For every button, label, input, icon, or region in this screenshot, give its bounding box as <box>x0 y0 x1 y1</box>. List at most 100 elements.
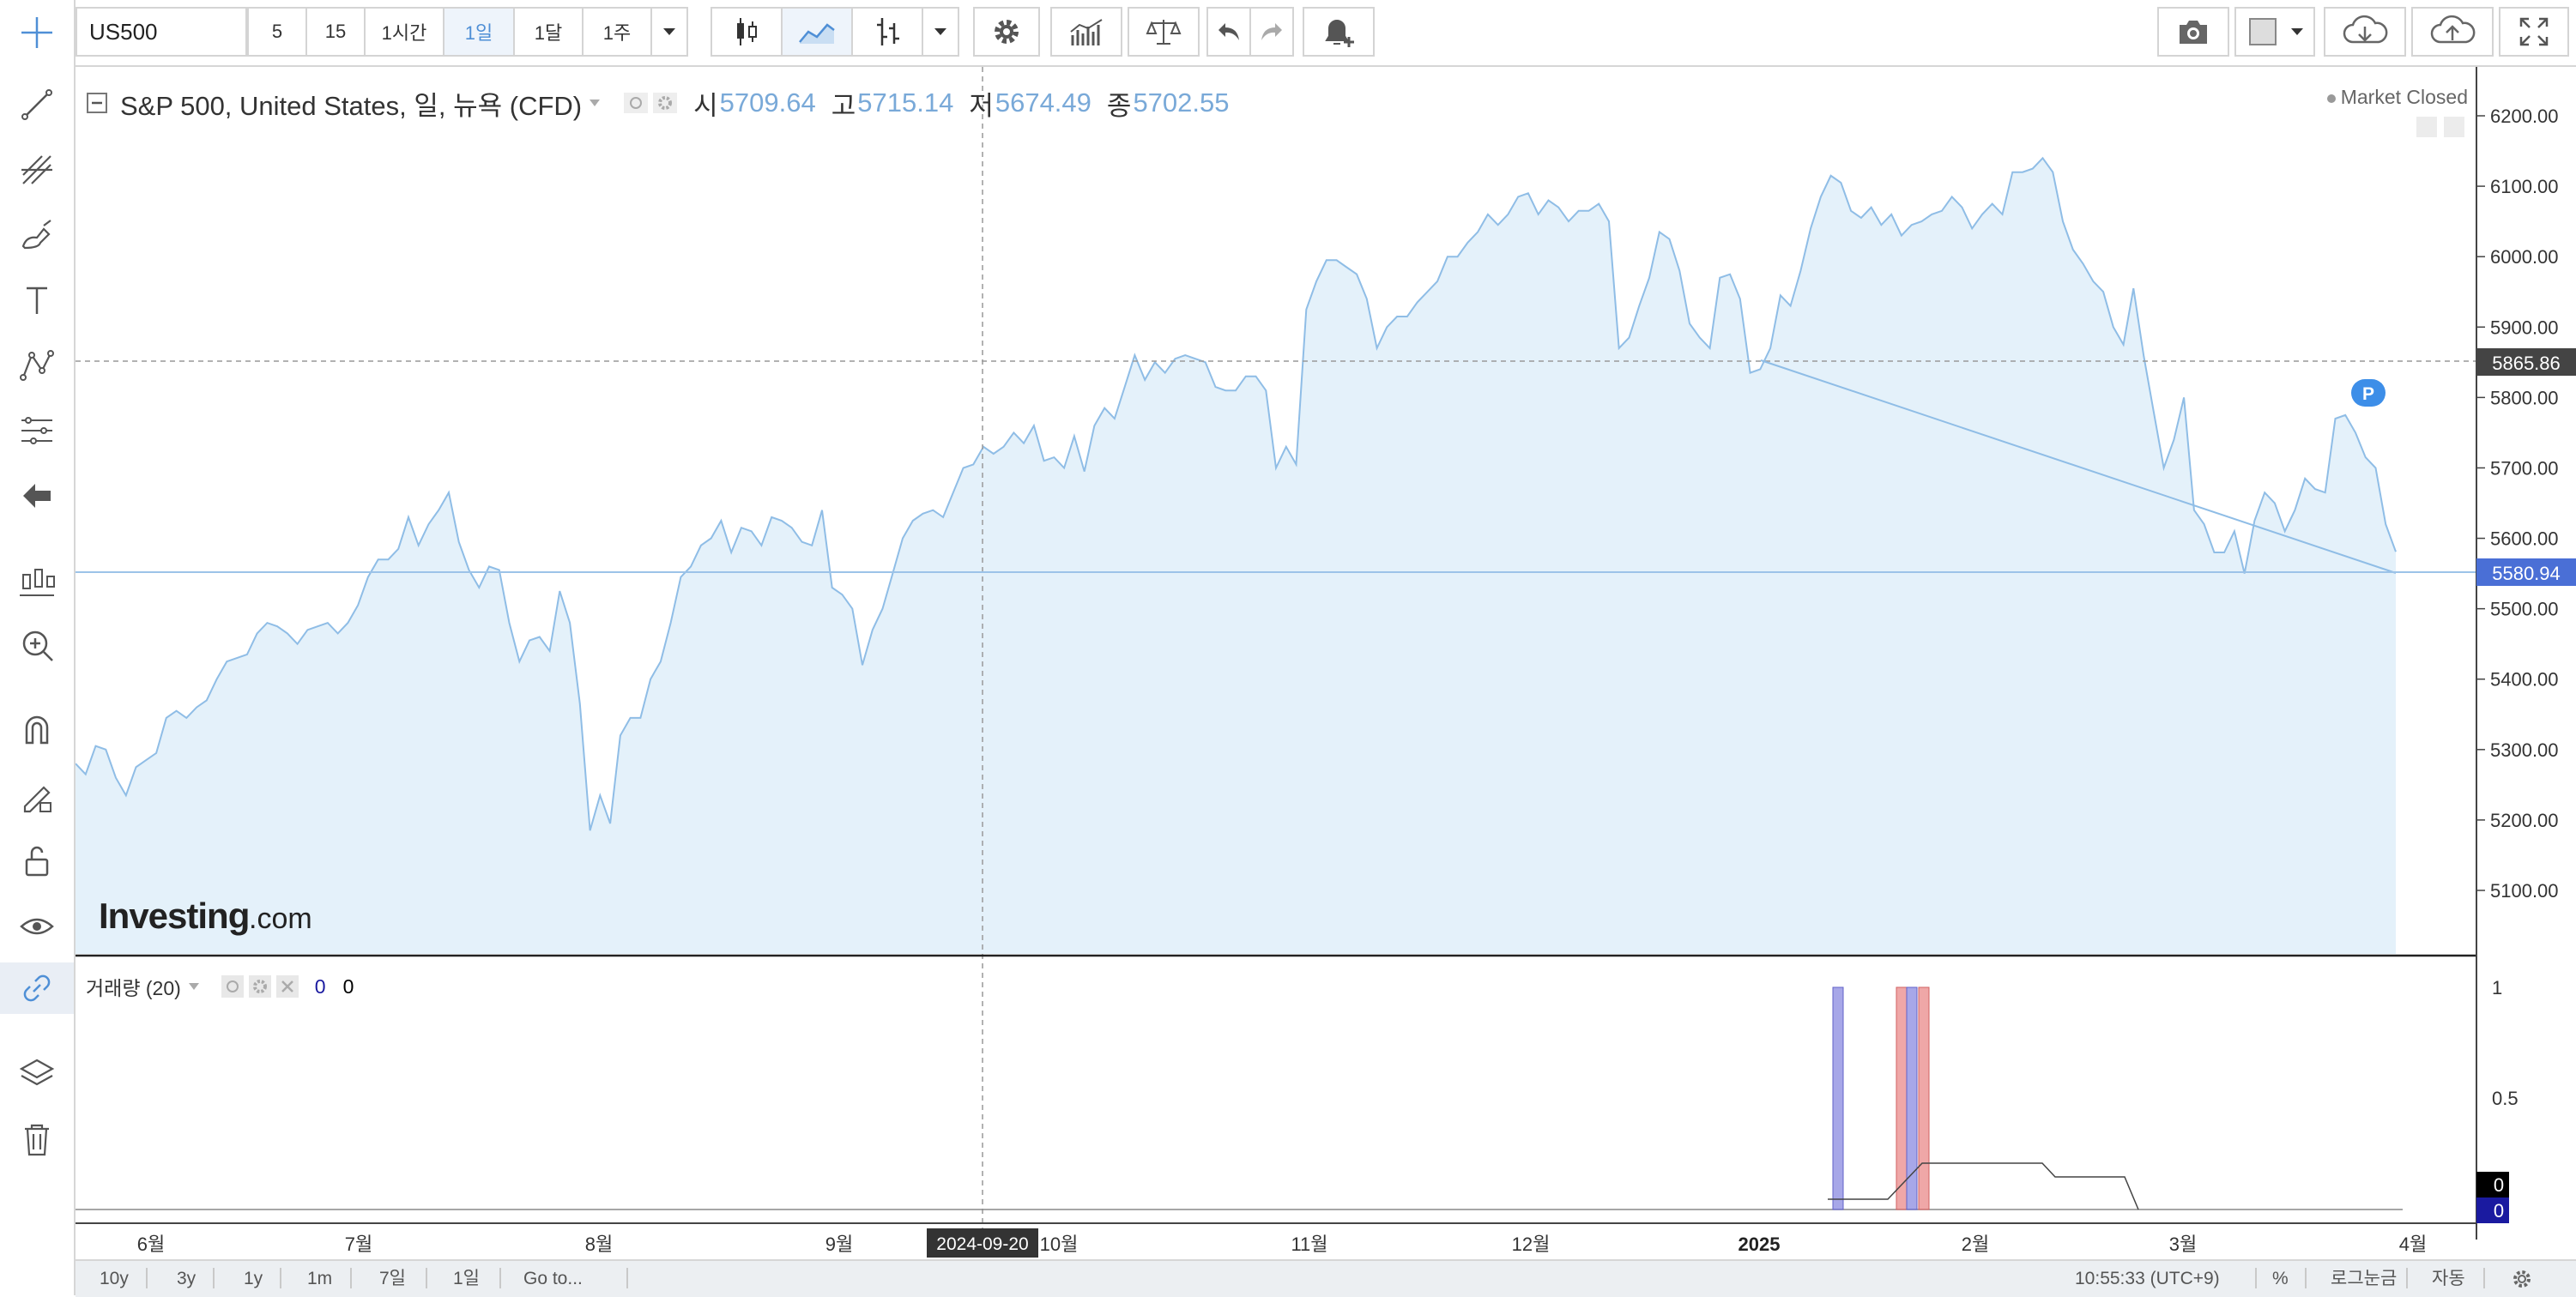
price-tick-label: 5600.00 <box>2490 528 2559 550</box>
load-chart-button[interactable] <box>2324 7 2406 57</box>
measure-tool-icon[interactable] <box>0 554 74 606</box>
chart-area[interactable]: 6200.00 6100.00 6000.00 5900.00 5800.00 5700.… <box>75 67 2576 1259</box>
undo-button[interactable] <box>1206 7 1251 57</box>
arrow-tool-icon[interactable] <box>0 470 74 522</box>
link-icon[interactable] <box>0 962 74 1014</box>
gear-icon <box>995 20 1019 44</box>
percent-scale-button[interactable]: % <box>2272 1268 2289 1290</box>
candles-button[interactable] <box>711 7 783 57</box>
market-status: Market Closed <box>2326 86 2468 109</box>
chart-type-dropdown-button[interactable] <box>922 7 959 57</box>
volume-value-a: 0 <box>314 974 326 998</box>
fullscreen-button[interactable] <box>2499 7 2569 57</box>
eye-icon[interactable] <box>0 901 74 952</box>
settings-button[interactable] <box>973 7 1040 57</box>
divider <box>213 1268 215 1288</box>
low-value: 5674.49 <box>995 87 1091 118</box>
interval-15-button[interactable]: 15 <box>305 7 366 57</box>
pattern-tool-icon[interactable] <box>0 340 74 391</box>
status-dot-icon <box>2326 94 2336 103</box>
range-7d-button[interactable]: 7일 <box>379 1268 406 1290</box>
series-settings-icon[interactable] <box>652 92 678 114</box>
divider <box>280 1268 281 1288</box>
chevron-down-icon[interactable] <box>589 99 601 107</box>
last-price-text: 5580.94 <box>2492 563 2561 584</box>
lock-drawing-icon[interactable] <box>0 770 74 822</box>
snapshot-button[interactable] <box>2157 7 2229 57</box>
magnet-icon[interactable] <box>0 703 74 755</box>
clock-text[interactable]: 10:55:33 (UTC+9) <box>2075 1268 2220 1290</box>
interval-1mo-button[interactable]: 1달 <box>513 7 584 57</box>
time-label: 6월 <box>137 1234 165 1255</box>
scroll-up-button[interactable] <box>2444 117 2464 137</box>
bars-button[interactable] <box>851 7 923 57</box>
fork-tool-icon[interactable] <box>0 144 74 196</box>
volume-label[interactable]: 거래량 (20) <box>86 972 181 1001</box>
fibonacci-tool-icon[interactable] <box>0 405 74 456</box>
volume-tick-0-5: 0.5 <box>2492 1088 2519 1109</box>
range-1m-button[interactable]: 1m <box>307 1268 332 1290</box>
divider <box>2305 1268 2307 1288</box>
visibility-icon[interactable] <box>623 92 649 114</box>
area-chart-button[interactable] <box>781 7 853 57</box>
time-label-year: 2025 <box>1738 1234 1781 1255</box>
volume-legend: 거래량 (20) 0 0 <box>86 972 354 1001</box>
interval-dropdown-button[interactable] <box>650 7 688 57</box>
indicators-icon <box>1070 19 1103 45</box>
interval-1w-button[interactable]: 1주 <box>582 7 652 57</box>
price-chart[interactable]: 6200.00 6100.00 6000.00 5900.00 5800.00 5700.… <box>75 67 2576 1259</box>
price-tick-label: 5200.00 <box>2490 810 2559 831</box>
gear-icon[interactable] <box>2511 1268 2533 1290</box>
trash-icon[interactable] <box>0 1113 74 1165</box>
range-3y-button[interactable]: 3y <box>177 1268 196 1290</box>
zoom-icon[interactable] <box>0 619 74 671</box>
price-tick-label: 5300.00 <box>2490 739 2559 761</box>
interval-5-button[interactable]: 5 <box>247 7 307 57</box>
interval-1h-button[interactable]: 1시간 <box>364 7 444 57</box>
indicator-settings-icon[interactable] <box>248 974 272 998</box>
symbol-input[interactable] <box>76 7 247 57</box>
text-tool-icon[interactable] <box>0 274 74 326</box>
layers-icon[interactable] <box>0 1048 74 1100</box>
unlock-icon[interactable] <box>0 836 74 887</box>
interval-1d-button[interactable]: 1일 <box>443 7 515 57</box>
time-label: 11월 <box>1291 1234 1327 1255</box>
redo-icon <box>1261 23 1282 40</box>
chart-legend: S&P 500, United States, 일, 뉴욕 (CFD) 시 570… <box>86 84 1230 122</box>
price-tick-label: 6200.00 <box>2490 106 2559 127</box>
auto-scale-button[interactable]: 자동 <box>2432 1268 2465 1290</box>
area-chart-icon <box>799 23 835 44</box>
goto-date-button[interactable]: Go to... <box>523 1268 583 1290</box>
collapse-icon[interactable] <box>86 92 108 114</box>
symbol-title[interactable]: S&P 500, United States, 일, 뉴욕 (CFD) <box>120 84 582 123</box>
close-value: 5702.55 <box>1133 87 1230 118</box>
trend-line-tool-icon[interactable] <box>0 79 74 130</box>
chevron-down-icon[interactable] <box>188 982 200 991</box>
indicators-button[interactable] <box>1050 7 1122 57</box>
cloud-download-icon <box>2343 15 2388 44</box>
add-alert-button[interactable] <box>1303 7 1375 57</box>
scales-icon <box>1146 20 1182 45</box>
high-value: 5715.14 <box>857 87 954 118</box>
remove-indicator-icon[interactable] <box>275 974 299 998</box>
color-picker-button[interactable] <box>2234 7 2315 57</box>
divider <box>499 1268 501 1288</box>
log-scale-button[interactable]: 로그눈금 <box>2331 1268 2397 1290</box>
scroll-down-button[interactable] <box>2416 117 2437 137</box>
range-10y-button[interactable]: 10y <box>100 1268 129 1290</box>
drawing-toolbar <box>0 0 76 1295</box>
range-1y-button[interactable]: 1y <box>244 1268 263 1290</box>
compare-button[interactable] <box>1128 7 1200 57</box>
range-1d-button[interactable]: 1일 <box>453 1268 480 1290</box>
crosshair-tool-icon[interactable] <box>0 7 74 58</box>
ohlc-bars-icon <box>877 18 899 45</box>
time-label: 8월 <box>585 1234 613 1255</box>
visibility-icon[interactable] <box>221 974 245 998</box>
price-tick-label: 5100.00 <box>2490 880 2559 902</box>
redo-button[interactable] <box>1249 7 1294 57</box>
bottom-bar: 10y 3y 1y 1m 7일 1일 Go to... 10:55:33 (UT… <box>76 1259 2576 1297</box>
open-label: 시 <box>693 90 718 121</box>
save-chart-button[interactable] <box>2411 7 2494 57</box>
crosshair-date-text: 2024-09-20 <box>936 1234 1028 1254</box>
brush-tool-icon[interactable] <box>0 210 74 262</box>
